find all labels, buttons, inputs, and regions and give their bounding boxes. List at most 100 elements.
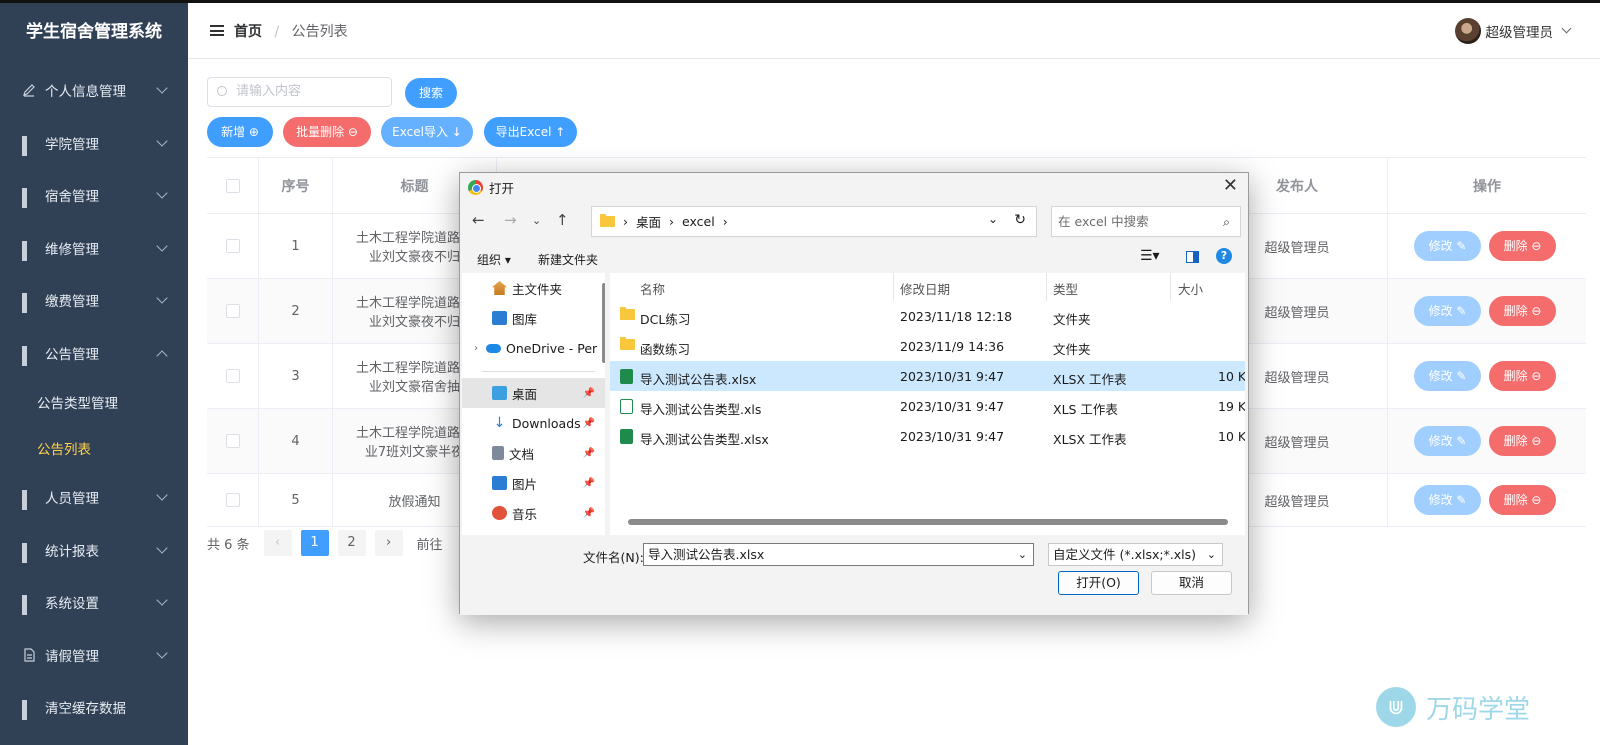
next-page-button[interactable]: › xyxy=(374,530,403,556)
address-bar[interactable]: › 桌面 › excel › ⌄ ↻ xyxy=(591,206,1037,237)
sidebar-item-dorm[interactable]: 宿舍管理 xyxy=(0,169,188,222)
grid-icon xyxy=(22,542,36,563)
excel-export-button[interactable]: 导出Excel ↑ xyxy=(484,117,577,147)
row-checkbox[interactable] xyxy=(225,493,240,507)
sidebar-item-college[interactable]: 学院管理 xyxy=(0,117,188,170)
sidebar-item-notice[interactable]: 公告管理 xyxy=(0,327,188,380)
path-segment[interactable]: excel xyxy=(682,214,715,229)
refresh-icon[interactable]: ↻ xyxy=(1014,212,1026,228)
delete-button[interactable]: 删除 ⊖ xyxy=(1489,296,1556,326)
sidebar-item-people[interactable]: 人员管理 xyxy=(0,471,188,524)
file-list-scrollbar[interactable] xyxy=(628,519,1228,525)
nav-item-music[interactable]: 音乐 📌 xyxy=(462,498,605,528)
preview-pane-icon[interactable] xyxy=(1186,251,1199,263)
nav-scrollbar[interactable] xyxy=(602,283,605,363)
sidebar-item-payment[interactable]: 缴费管理 xyxy=(0,274,188,327)
nav-item-home[interactable]: 主文件夹 xyxy=(462,273,605,303)
close-icon[interactable]: ✕ xyxy=(1223,175,1238,196)
column-type[interactable]: 类型 xyxy=(1053,279,1078,298)
column-name[interactable]: 名称 xyxy=(640,279,665,298)
document-icon xyxy=(492,446,504,460)
prev-page-button[interactable]: ‹ xyxy=(263,530,292,556)
nav-item-desktop[interactable]: 桌面 📌 xyxy=(462,378,605,408)
help-icon[interactable]: ? xyxy=(1216,248,1232,264)
file-row[interactable]: 函数练习 2023/11/9 14:36 文件夹 xyxy=(610,331,1245,361)
edit-button[interactable]: 修改 ✎ xyxy=(1414,296,1481,326)
breadcrumb-home[interactable]: 首页 xyxy=(234,24,262,40)
sidebar-item-clear-cache[interactable]: 清空缓存数据 xyxy=(0,681,188,734)
nav-item-downloads[interactable]: ↓ Downloads 📌 xyxy=(462,408,605,438)
filename-input[interactable]: 导入测试公告表.xlsx ⌄ xyxy=(643,543,1034,566)
row-select-cell xyxy=(207,279,259,343)
back-arrow-icon[interactable]: ← xyxy=(472,211,485,229)
window-top-border xyxy=(0,0,1600,3)
cancel-button[interactable]: 取消 xyxy=(1151,571,1232,595)
sort-up-icon: ^ xyxy=(762,273,771,280)
open-button[interactable]: 打开(O) xyxy=(1058,571,1139,595)
file-row-selected[interactable]: 导入测试公告表.xlsx 2023/10/31 9:47 XLSX 工作表 10… xyxy=(610,361,1245,391)
search-button[interactable]: 搜索 xyxy=(405,78,457,108)
menu-toggle-icon[interactable] xyxy=(210,23,224,39)
file-open-dialog: 打开 ✕ ← → ⌄ ↑ › 桌面 › excel › ⌄ ↻ 在 excel … xyxy=(459,172,1249,615)
chevron-down-icon[interactable]: ⌄ xyxy=(988,212,998,226)
delete-button[interactable]: 删除 ⊖ xyxy=(1489,485,1556,515)
row-select-cell xyxy=(207,409,259,473)
page-1-button[interactable]: 1 xyxy=(300,530,329,556)
sidebar-item-label: 系统设置 xyxy=(45,596,99,613)
file-row[interactable]: DCL练习 2023/11/18 12:18 文件夹 xyxy=(610,301,1245,331)
excel-import-button[interactable]: Excel导入 ↓ xyxy=(381,117,473,147)
nav-item-gallery[interactable]: 图库 xyxy=(462,303,605,333)
column-size[interactable]: 大小 xyxy=(1178,279,1203,298)
organize-button[interactable]: 组织 ▾ xyxy=(477,251,511,268)
sidebar-item-stats[interactable]: 统计报表 xyxy=(0,524,188,577)
sidebar-subitem-notice-list[interactable]: 公告列表 xyxy=(0,425,188,471)
recent-locations-icon[interactable]: ⌄ xyxy=(532,214,541,227)
column-modified[interactable]: 修改日期 xyxy=(900,279,950,298)
row-checkbox[interactable] xyxy=(225,434,240,448)
sidebar-item-label: 缴费管理 xyxy=(45,294,99,311)
search-input[interactable]: 请输入内容 xyxy=(207,77,392,107)
row-checkbox[interactable] xyxy=(225,369,240,383)
file-name: 函数练习 xyxy=(640,342,691,357)
add-button[interactable]: 新增 ⊕ xyxy=(207,117,273,147)
delete-button[interactable]: 删除 ⊖ xyxy=(1489,361,1556,391)
grid-icon xyxy=(22,490,36,511)
edit-button[interactable]: 修改 ✎ xyxy=(1414,231,1481,261)
delete-button[interactable]: 删除 ⊖ xyxy=(1489,231,1556,261)
edit-button[interactable]: 修改 ✎ xyxy=(1414,361,1481,391)
new-folder-button[interactable]: 新建文件夹 xyxy=(538,251,598,268)
forward-arrow-icon[interactable]: → xyxy=(504,211,517,229)
path-segment[interactable]: 桌面 xyxy=(636,212,661,231)
edit-button[interactable]: 修改 ✎ xyxy=(1414,485,1481,515)
sidebar-item-leave[interactable]: 请假管理 xyxy=(0,629,188,682)
filetype-select[interactable]: 自定义文件 (*.xlsx;*.xls) ⌄ xyxy=(1048,543,1223,566)
column-divider xyxy=(893,273,894,301)
edit-icon xyxy=(22,83,36,97)
sidebar-item-repair[interactable]: 维修管理 xyxy=(0,222,188,275)
edit-button[interactable]: 修改 ✎ xyxy=(1414,426,1481,456)
select-all-checkbox[interactable] xyxy=(225,178,240,193)
sidebar-item-personal-info[interactable]: 个人信息管理 xyxy=(0,64,188,117)
chevron-down-icon xyxy=(156,134,168,147)
batch-delete-button[interactable]: 批量删除 ⊖ xyxy=(283,117,371,147)
row-checkbox[interactable] xyxy=(225,239,240,253)
grid-icon xyxy=(22,700,36,721)
nav-item-documents[interactable]: 文档 📌 xyxy=(462,438,605,468)
page-2-button[interactable]: 2 xyxy=(337,530,366,556)
sidebar-subitem-notice-type[interactable]: 公告类型管理 xyxy=(0,379,188,425)
dialog-search-input[interactable]: 在 excel 中搜索 ⌕ xyxy=(1051,206,1241,237)
user-menu[interactable]: 超级管理员 xyxy=(1454,17,1572,44)
file-row[interactable]: 导入测试公告类型.xlsx 2023/10/31 9:47 XLSX 工作表 1… xyxy=(610,421,1245,451)
file-list-header: 名称 ^ 修改日期 类型 大小 xyxy=(610,273,1245,301)
delete-button[interactable]: 删除 ⊖ xyxy=(1489,426,1556,456)
row-checkbox[interactable] xyxy=(225,304,240,318)
user-name: 超级管理员 xyxy=(1485,24,1554,41)
file-size: 10 KB xyxy=(1218,429,1245,444)
nav-item-pictures[interactable]: 图片 📌 xyxy=(462,468,605,498)
row-title-line: 业7班刘文豪半夜 xyxy=(364,445,465,460)
nav-item-onedrive[interactable]: › OneDrive - Per xyxy=(462,333,605,363)
sidebar-item-settings[interactable]: 系统设置 xyxy=(0,576,188,629)
view-options-icon[interactable]: ☰▾ xyxy=(1140,248,1160,264)
file-row[interactable]: 导入测试公告类型.xls 2023/10/31 9:47 XLS 工作表 19 … xyxy=(610,391,1245,421)
up-arrow-icon[interactable]: ↑ xyxy=(556,211,569,229)
